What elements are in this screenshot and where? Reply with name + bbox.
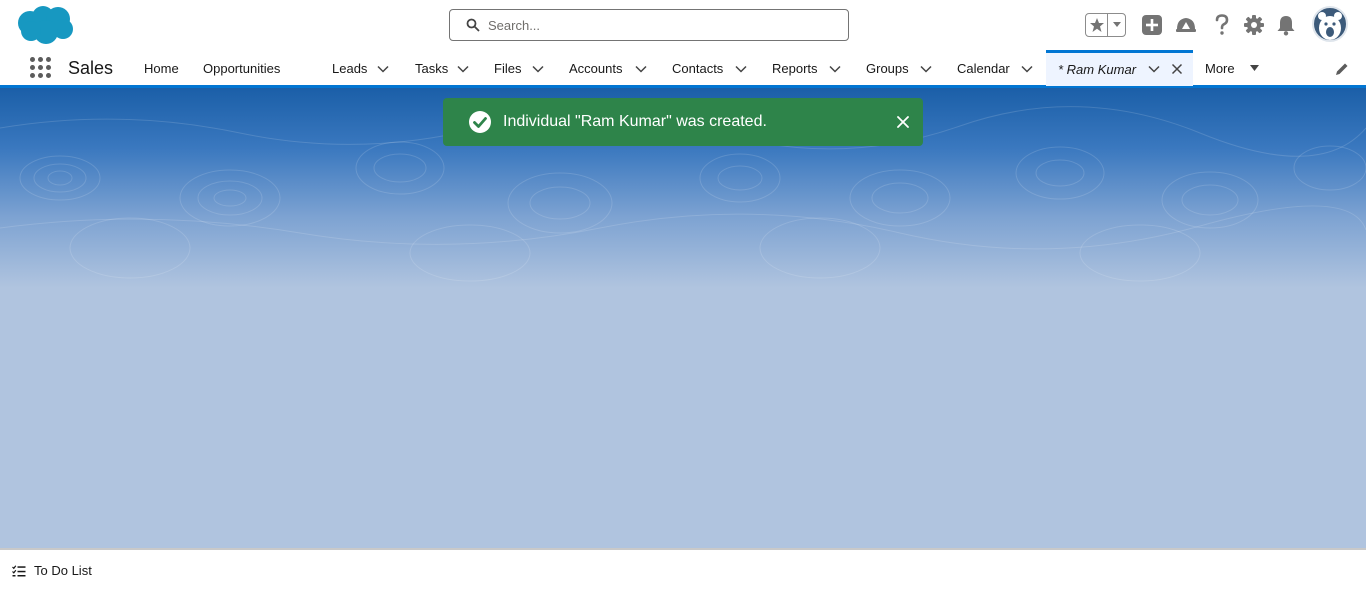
tasks-menu-chevron-icon[interactable] bbox=[457, 63, 469, 75]
global-search-box[interactable]: Search... bbox=[449, 9, 849, 41]
global-header: Search... bbox=[0, 0, 1366, 50]
notifications-button[interactable] bbox=[1274, 13, 1298, 37]
nav-item-label: Reports bbox=[772, 60, 818, 76]
guidance-center-icon bbox=[1176, 18, 1196, 32]
to-do-list-button[interactable]: To Do List bbox=[12, 563, 92, 578]
search-icon bbox=[466, 18, 480, 32]
star-icon bbox=[1089, 18, 1104, 32]
nav-more-menu[interactable]: More bbox=[1205, 50, 1235, 86]
nav-item-label: Accounts bbox=[569, 60, 623, 76]
accounts-menu-chevron-icon[interactable] bbox=[635, 63, 647, 75]
nav-item-label: Files bbox=[494, 60, 522, 76]
favorites-button-group bbox=[1085, 13, 1126, 37]
close-tab-icon[interactable] bbox=[1171, 63, 1183, 75]
tab-menu-chevron-icon[interactable] bbox=[1148, 63, 1160, 75]
nav-item-accounts[interactable]: Accounts bbox=[569, 50, 622, 86]
plus-icon bbox=[1142, 15, 1162, 35]
bell-icon bbox=[1277, 16, 1295, 36]
reports-menu-chevron-icon[interactable] bbox=[829, 63, 841, 75]
nav-item-files[interactable]: Files bbox=[494, 50, 521, 86]
chevron-down-icon bbox=[1112, 22, 1121, 27]
groups-menu-chevron-icon[interactable] bbox=[920, 63, 932, 75]
user-avatar-icon bbox=[1318, 12, 1342, 40]
main-content-area bbox=[0, 88, 1366, 548]
search-placeholder: Search... bbox=[488, 17, 541, 33]
tab-ram-kumar[interactable]: * Ram Kumar bbox=[1046, 50, 1193, 86]
nav-item-opportunities[interactable]: Opportunities bbox=[203, 50, 280, 86]
files-menu-chevron-icon[interactable] bbox=[532, 63, 544, 75]
calendar-menu-chevron-icon[interactable] bbox=[1021, 63, 1033, 75]
more-label: More bbox=[1205, 60, 1235, 76]
nav-item-calendar[interactable]: Calendar bbox=[957, 50, 1010, 86]
app-launcher-icon[interactable] bbox=[30, 57, 52, 79]
trailhead-guidance-button[interactable] bbox=[1174, 13, 1198, 37]
nav-item-label: Opportunities bbox=[203, 60, 281, 76]
nav-item-label: Leads bbox=[332, 60, 368, 76]
app-name: Sales bbox=[68, 58, 114, 78]
success-checkmark-icon bbox=[469, 111, 491, 133]
nav-item-reports[interactable]: Reports bbox=[772, 50, 818, 86]
leads-menu-chevron-icon[interactable] bbox=[377, 63, 389, 75]
to-do-list-label: To Do List bbox=[34, 563, 92, 578]
nav-item-label: Home bbox=[144, 60, 179, 76]
nav-item-leads[interactable]: Leads bbox=[332, 50, 367, 86]
task-list-icon bbox=[12, 564, 26, 576]
favorites-dropdown-button[interactable] bbox=[1108, 14, 1125, 36]
success-toast: Individual "Ram Kumar" was created. bbox=[443, 98, 923, 146]
utility-bar: To Do List bbox=[0, 548, 1366, 589]
user-avatar[interactable] bbox=[1312, 6, 1348, 42]
edit-nav-pencil-icon[interactable] bbox=[1334, 61, 1350, 77]
nav-item-label: Groups bbox=[866, 60, 909, 76]
active-tab-label: * Ram Kumar bbox=[1058, 62, 1137, 77]
help-question-icon bbox=[1215, 14, 1229, 35]
more-dropdown-icon[interactable] bbox=[1249, 64, 1260, 72]
close-toast-icon[interactable] bbox=[895, 114, 911, 130]
gear-icon bbox=[1244, 15, 1264, 35]
salesforce-cloud-icon[interactable] bbox=[16, 5, 74, 45]
favorites-star-button[interactable] bbox=[1086, 14, 1108, 36]
help-button[interactable] bbox=[1210, 13, 1234, 37]
nav-item-groups[interactable]: Groups bbox=[866, 50, 909, 86]
global-actions-button[interactable] bbox=[1140, 13, 1164, 37]
navigation-bar: Sales Home Opportunities Leads Tasks Fil… bbox=[0, 50, 1366, 141]
nav-item-contacts[interactable]: Contacts bbox=[672, 50, 723, 86]
toast-message: Individual "Ram Kumar" was created. bbox=[503, 113, 767, 130]
nav-item-tasks[interactable]: Tasks bbox=[415, 50, 448, 86]
nav-item-label: Calendar bbox=[957, 60, 1010, 76]
nav-item-label: Tasks bbox=[415, 60, 449, 76]
nav-item-home[interactable]: Home bbox=[144, 50, 179, 86]
setup-button[interactable] bbox=[1242, 13, 1266, 37]
contacts-menu-chevron-icon[interactable] bbox=[735, 63, 747, 75]
nav-item-label: Contacts bbox=[672, 60, 724, 76]
